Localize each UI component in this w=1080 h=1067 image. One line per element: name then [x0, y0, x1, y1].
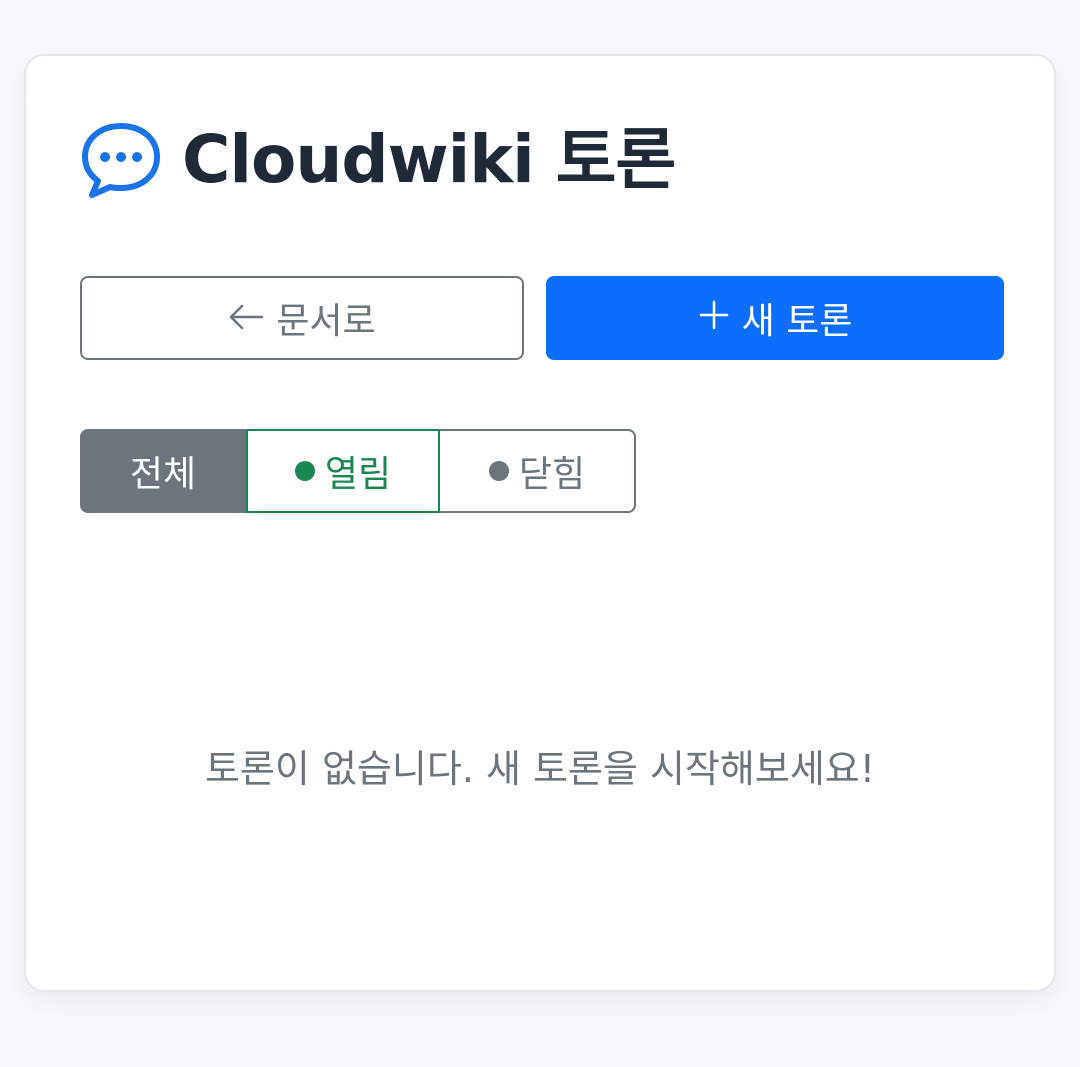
filter-open[interactable]: 열림	[246, 429, 440, 513]
plus-icon	[698, 296, 730, 340]
status-filter-group: 전체 열림 닫힘	[80, 429, 636, 513]
page-header: Cloudwiki 토론	[80, 120, 676, 200]
new-discussion-button[interactable]: 새 토론	[546, 276, 1004, 360]
filter-all[interactable]: 전체	[80, 429, 246, 513]
discussion-card: Cloudwiki 토론 문서로 새 토론 전체 열림 닫힘 토론이 없습니다.…	[24, 54, 1056, 992]
page-title: Cloudwiki 토론	[182, 121, 676, 198]
arrow-left-icon	[228, 296, 264, 340]
filter-closed-label: 닫힘	[518, 454, 586, 495]
back-button-label: 문서로	[276, 301, 376, 342]
filter-all-label: 전체	[129, 454, 197, 495]
closed-status-dot-icon	[488, 461, 509, 481]
filter-open-label: 열림	[324, 454, 392, 495]
open-status-dot-icon	[294, 461, 315, 481]
empty-state-message: 토론이 없습니다. 새 토론을 시작해보세요!	[205, 747, 875, 791]
new-button-label: 새 토론	[741, 301, 853, 342]
filter-closed[interactable]: 닫힘	[440, 429, 636, 513]
back-to-document-button[interactable]: 문서로	[80, 276, 524, 360]
chat-bubble-dots-icon	[80, 121, 162, 199]
